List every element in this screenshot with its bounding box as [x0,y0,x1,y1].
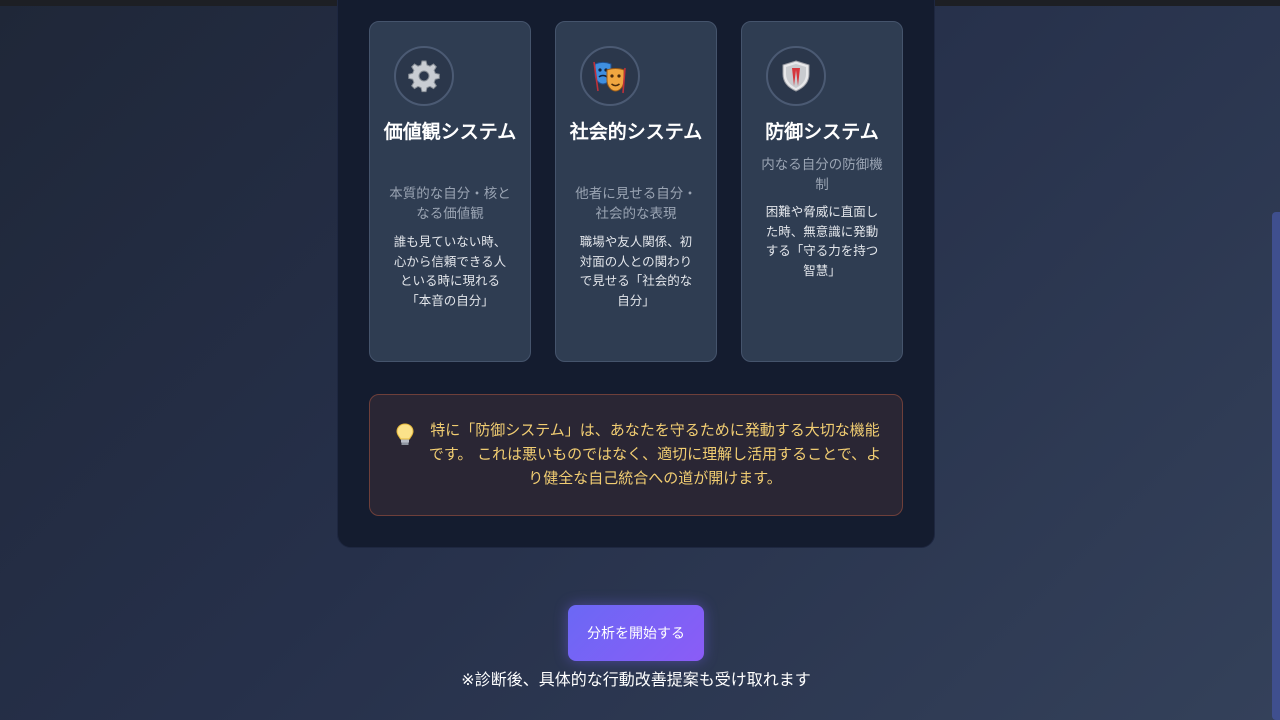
card-title: 価値観システム [383,121,517,143]
start-analysis-button[interactable]: 分析を開始する [568,605,704,661]
defense-system-tip: 特に「防御システム」は、あなたを守るために発動する大切な機能です。 これは悪いも… [369,394,903,516]
card-value-system: 価値観システム 本質的な自分・核となる価値観 誰も見ていない時、心から信頼できる… [369,21,531,362]
card-title: 社会的システム [569,121,703,143]
card-defense-system: 防御システム 内なる自分の防御機制 困難や脅威に直面した時、無意識に発動する「守… [741,21,903,362]
card-title: 防御システム [765,121,879,143]
gear-icon [394,46,454,106]
shield-icon [766,46,826,106]
card-subtitle: 本質的な自分・核となる価値観 [389,186,511,222]
card-subtitle: 内なる自分の防御機制 [761,157,883,193]
card-social-system: 社会的システム 他者に見せる自分・社会的な表現 職場や友人関係、初対面の人との関… [555,21,717,362]
card-description: 困難や脅威に直面した時、無意識に発動する「守る力を持つ智慧」 [765,204,879,278]
card-description: 誰も見ていない時、心から信頼できる人といる時に現れる「本音の自分」 [393,234,507,308]
lightbulb-icon [396,423,414,451]
card-subtitle: 他者に見せる自分・社会的な表現 [575,186,697,222]
post-diagnosis-note: ※診断後、具体的な行動改善提案も受け取れます [461,670,811,689]
card-description: 職場や友人関係、初対面の人との関わりで見せる「社会的な自分」 [579,234,693,308]
scrollbar-thumb[interactable] [1272,212,1280,720]
theater-masks-icon [580,46,640,106]
tip-text: 特に「防御システム」は、あなたを守るために発動する大切な機能です。 これは悪いも… [428,421,882,487]
